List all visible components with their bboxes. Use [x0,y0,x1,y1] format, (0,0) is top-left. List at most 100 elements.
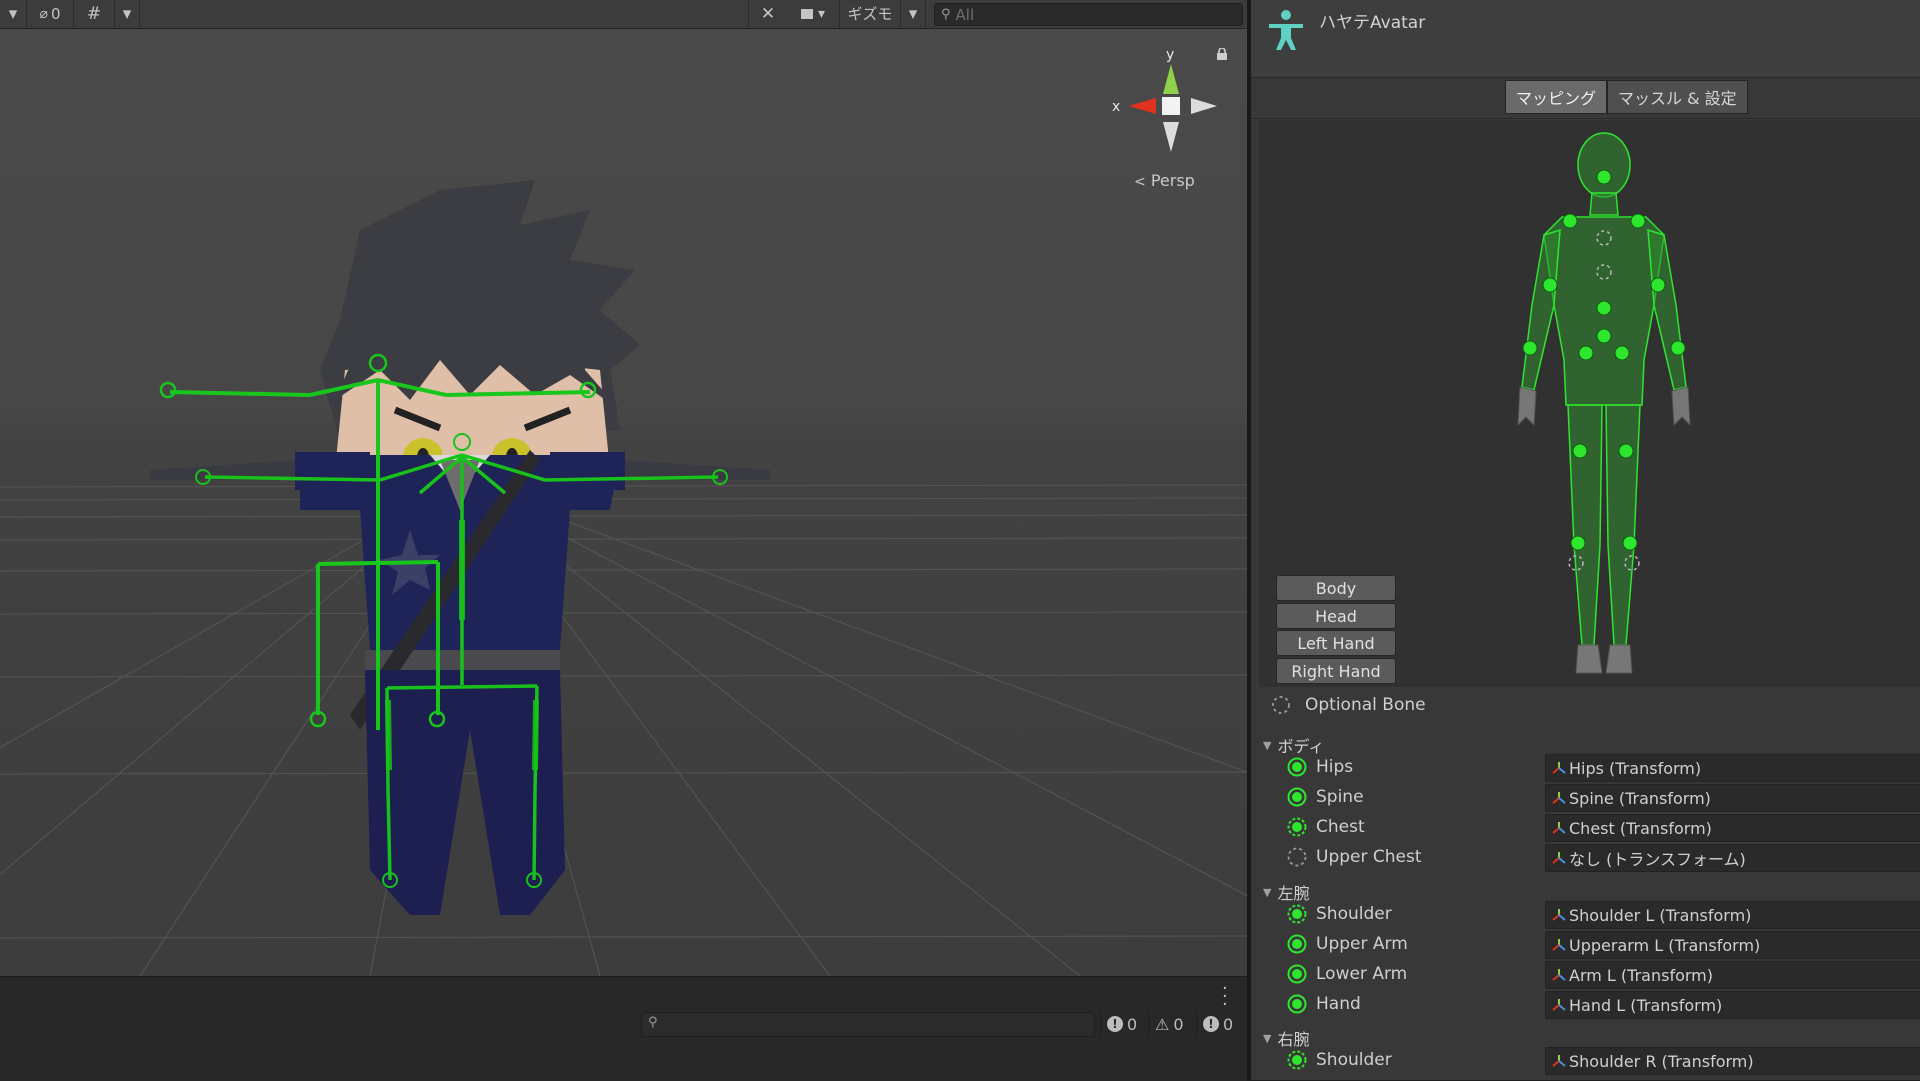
bone-name: Hips [1316,757,1354,777]
lock-icon[interactable] [1215,48,1229,60]
divider [1251,118,1920,119]
search-icon: ⚲ [941,7,951,22]
scene-search-input[interactable]: ⚲ All [934,3,1243,26]
hidden-objects-toggle[interactable]: ⌀ 0 [27,0,74,27]
chevron-down-icon: ▾ [8,3,18,24]
optional-mapped-bone-icon[interactable] [1287,1050,1307,1070]
transform-icon [1552,762,1566,774]
projection-toggle[interactable]: < Persp [1134,171,1195,190]
bone-name: Hand [1316,994,1361,1014]
left-hand-view-button[interactable]: Left Hand [1276,630,1396,656]
scene-view[interactable]: y x < Persp ▾ ⌀ 0 # ▾ ✕ ▾ ギズモ ▾ ⚲ All [0,0,1247,976]
error-count-toggle[interactable]: ! 0 [1100,1011,1143,1037]
bone-transform-field[interactable]: Chest (Transform) [1545,814,1920,842]
camera-dropdown-button[interactable]: ▾ [787,0,840,27]
bone-transform-field[interactable]: Shoulder R (Transform) [1545,1047,1920,1075]
mapped-bone-icon[interactable] [1287,994,1307,1014]
bone-row: Hand Hand L (Transform) [1251,990,1920,1019]
bone-transform-field[interactable]: Arm L (Transform) [1545,961,1920,989]
optional-mapped-bone-icon[interactable] [1287,817,1307,837]
bone-row: Lower Arm Arm L (Transform) [1251,960,1920,989]
transform-icon [1552,852,1566,864]
tab-muscles-settings[interactable]: マッスル & 設定 [1607,80,1748,114]
bone-name: Upper Arm [1316,934,1408,954]
bone-transform-value: Shoulder L (Transform) [1569,905,1752,925]
bone-transform-field[interactable]: Shoulder L (Transform) [1545,901,1920,929]
error-icon: ! [1107,1016,1123,1032]
bone-transform-field[interactable]: Hips (Transform) [1545,754,1920,782]
transform-icon [1552,822,1566,834]
skeleton-overlay [195,433,728,888]
gizmos-button[interactable]: ギズモ [840,0,901,27]
bone-transform-value: Shoulder R (Transform) [1569,1051,1754,1071]
search-icon: ⚲ [648,1015,658,1030]
tools-button[interactable]: ✕ [748,0,788,27]
chevron-down-icon: ▾ [122,3,132,24]
grid-dropdown-button[interactable]: ▾ [115,0,140,27]
bone-name: Chest [1316,817,1365,837]
avatar-title: ハヤテAvatar [1319,13,1426,33]
optional-bone-icon[interactable] [1287,847,1307,867]
bone-row: Shoulder Shoulder R (Transform) [1251,1046,1920,1075]
gizmo-negx-axis-arrow [1191,98,1217,114]
gizmo-negy-axis-arrow [1163,122,1179,152]
transform-icon [1552,1055,1566,1067]
bone-row: Shoulder Shoulder L (Transform) [1251,900,1920,929]
bone-row: Spine Spine (Transform) [1251,783,1920,812]
bone-transform-value: Chest (Transform) [1569,818,1712,838]
bone-row: Upper Arm Upperarm L (Transform) [1251,930,1920,959]
caret-down-icon: ▼ [1263,885,1272,899]
gizmos-dropdown-button[interactable]: ▾ [901,0,926,27]
scene-search-placeholder: All [955,5,975,24]
tab-mapping[interactable]: マッピング [1505,80,1608,114]
error-count: 0 [1127,1014,1138,1034]
persp-chevron-icon: < [1134,174,1146,190]
kebab-menu-icon[interactable]: · · · [1222,980,1228,1014]
mapped-bone-icon[interactable] [1287,787,1307,807]
bone-name: Shoulder [1316,904,1392,924]
bone-row: Upper Chest なし (トランスフォーム) [1251,843,1920,872]
transform-icon [1552,999,1566,1011]
grid-icon: # [86,3,102,24]
bone-transform-field[interactable]: Upperarm L (Transform) [1545,931,1920,959]
gizmos-label: ギズモ [847,5,893,23]
optional-mapped-bone-icon[interactable] [1287,904,1307,924]
right-hand-view-button[interactable]: Right Hand [1276,658,1396,684]
bone-transform-field[interactable]: なし (トランスフォーム) [1545,844,1920,872]
info-icon: ! [1203,1016,1219,1032]
mapped-bone-icon[interactable] [1287,757,1307,777]
bone-transform-value: Hand L (Transform) [1569,995,1723,1015]
bone-row: Hips Hips (Transform) [1251,753,1920,782]
bone-transform-value: Spine (Transform) [1569,788,1711,808]
warning-count: 0 [1173,1014,1184,1034]
visibility-off-icon: ⌀ [39,5,48,22]
body-view-button[interactable]: Body [1276,575,1396,601]
message-count-toggle[interactable]: ! 0 [1196,1011,1239,1037]
bone-transform-value: Hips (Transform) [1569,758,1702,778]
warning-icon: ⚠ [1155,1014,1170,1034]
head-view-button[interactable]: Head [1276,603,1396,629]
gizmo-x-axis-arrow [1129,98,1156,114]
warning-count-toggle[interactable]: ⚠ 0 [1148,1011,1190,1037]
console-bar: · · · ⚲ ! 0 ⚠ 0 ! 0 [0,976,1247,1081]
console-search-input[interactable]: ⚲ [641,1012,1095,1037]
grid-toggle-button[interactable]: # [74,0,115,27]
mapped-bone-icon[interactable] [1287,964,1307,984]
gizmo-y-label: y [1166,47,1174,63]
projection-label: Persp [1150,171,1195,190]
mapped-bone-icon[interactable] [1287,934,1307,954]
avatar-tabs: マッピング マッスル & 設定 [1505,80,1748,114]
humanoid-body-figure [1517,132,1691,674]
hidden-count: 0 [50,4,61,23]
optional-bone-legend: Optional Bone [1271,695,1426,715]
bone-transform-field[interactable]: Spine (Transform) [1545,784,1920,812]
bone-row: Chest Chest (Transform) [1251,813,1920,842]
bone-transform-field[interactable]: Hand L (Transform) [1545,991,1920,1019]
caret-down-icon: ▼ [1263,1031,1272,1045]
bone-transform-value: Arm L (Transform) [1569,965,1713,985]
gizmo-y-axis-arrow [1163,64,1179,94]
shading-dropdown-button[interactable]: ▾ [0,0,27,27]
chevron-down-icon: ▾ [817,5,826,22]
humanoid-figure-area: Body Head Left Hand Right Hand [1259,120,1920,687]
transform-icon [1552,939,1566,951]
